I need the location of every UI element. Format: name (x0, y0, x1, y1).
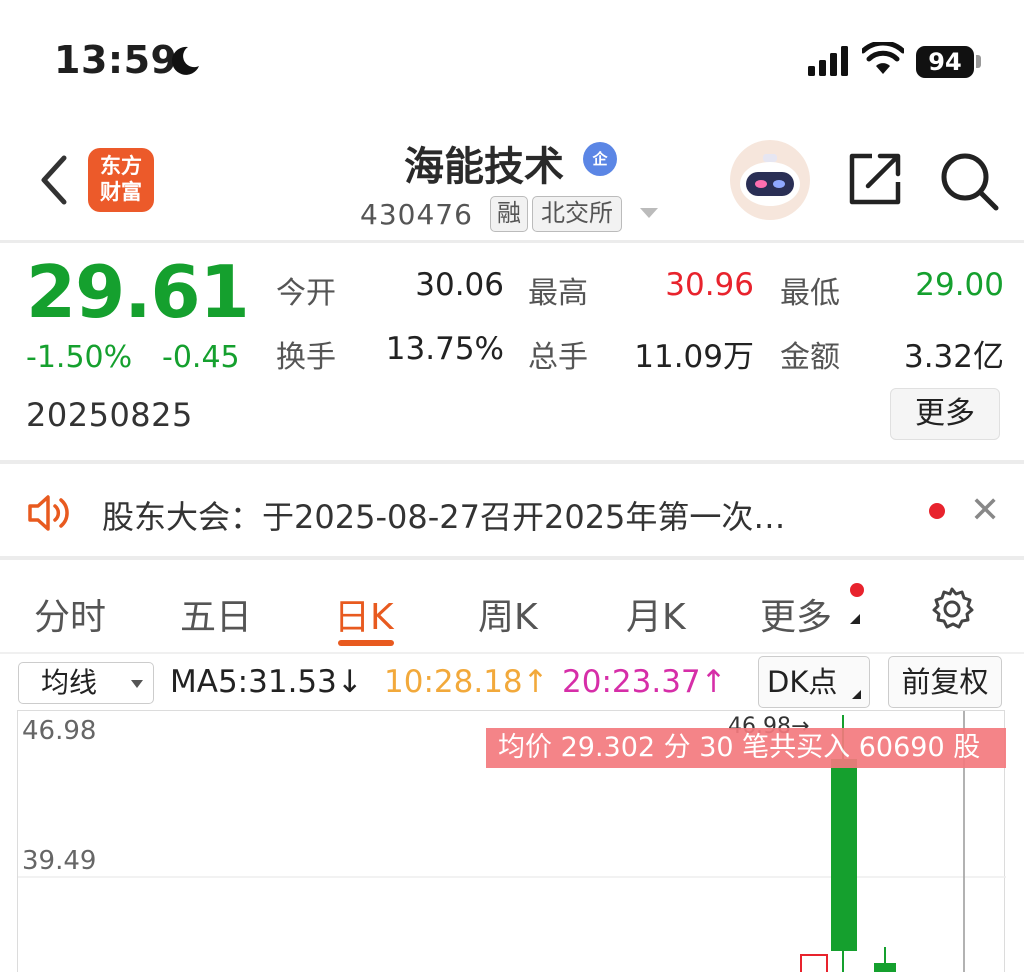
amount-value: 3.32亿 (903, 339, 1004, 375)
enterprise-badge-icon: 企 (583, 142, 617, 176)
dk-trade-banner: 均价 29.302 分 30 笔共买入 60690 股 (486, 728, 1006, 768)
volume-label: 总手 (528, 340, 588, 375)
tab-monthly-k[interactable]: 月K (626, 588, 686, 640)
ma5-value: MA5:31.53↓ (170, 664, 363, 700)
logo-line-2: 财富 (100, 180, 142, 204)
ma10-value: 10:28.18↑ (384, 664, 549, 700)
volume-value: 11.09万 (634, 339, 754, 375)
ma-indicator-select[interactable]: 均线 (18, 662, 154, 704)
tab-five-day[interactable]: 五日 (180, 588, 252, 640)
quote-date: 20250825 (26, 396, 193, 434)
y-axis-label-top: 46.98 (22, 716, 97, 746)
ma-select-label: 均线 (41, 666, 98, 699)
status-time: 13:59 (54, 38, 178, 82)
battery-cap (976, 55, 981, 68)
dropdown-corner-icon (852, 690, 861, 699)
candle-body-down (874, 963, 896, 972)
share-icon[interactable] (846, 150, 904, 208)
robot-icon (740, 154, 800, 206)
candle-body-down (831, 759, 857, 951)
low-label: 最低 (780, 276, 840, 311)
gear-icon[interactable] (930, 586, 974, 630)
candle-body-up (800, 954, 828, 972)
change-amount: -0.45 (162, 340, 240, 375)
stock-name: 海能技术 (404, 144, 564, 190)
divider (0, 652, 1024, 654)
high-value: 30.96 (665, 267, 754, 303)
stock-switch-dropdown-icon[interactable] (640, 208, 658, 218)
cellular-signal-icon (808, 46, 848, 76)
active-tab-indicator (338, 640, 394, 646)
tab-more[interactable]: 更多 (760, 588, 832, 640)
ma20-value: 20:23.37↑ (562, 664, 727, 700)
stock-code: 430476 (360, 198, 473, 231)
dk-point-label: DK点 (767, 665, 838, 699)
divider (0, 240, 1024, 243)
turnover-label: 换手 (276, 340, 336, 375)
app-logo[interactable]: 东方 财富 (88, 148, 154, 212)
low-value: 29.00 (915, 267, 1004, 303)
forward-adjust-button[interactable]: 前复权 (888, 656, 1002, 708)
speaker-icon (28, 495, 69, 531)
change-percent: -1.50% (26, 340, 133, 375)
tab-intraday[interactable]: 分时 (34, 588, 106, 640)
stock-header: 东方 财富 海能技术 企 430476 融 北交所 (0, 120, 1024, 240)
close-icon[interactable]: ✕ (970, 490, 1000, 531)
y-axis-label-mid: 39.49 (22, 846, 97, 876)
wifi-icon (862, 42, 904, 74)
open-value: 30.06 (415, 267, 504, 303)
unread-dot (929, 503, 945, 519)
divider (0, 460, 1024, 464)
tab-weekly-k[interactable]: 周K (478, 588, 538, 640)
high-label: 最高 (528, 276, 588, 311)
margin-tag: 融 (490, 196, 528, 232)
search-icon[interactable] (938, 150, 1000, 212)
chevron-down-icon (131, 680, 143, 688)
divider (0, 556, 1024, 560)
more-dropdown-icon (850, 614, 860, 624)
open-label: 今开 (276, 276, 336, 311)
more-quote-button[interactable]: 更多 (890, 388, 1000, 440)
ai-assistant-avatar[interactable] (730, 140, 810, 220)
battery-icon: 94 (916, 46, 974, 78)
moon-icon (171, 46, 199, 75)
exchange-tag: 北交所 (532, 196, 622, 232)
announcement-text[interactable]: 股东大会：于2025-08-27召开2025年第一次… (102, 492, 785, 538)
back-arrow-icon[interactable] (36, 152, 72, 208)
more-notification-dot (850, 583, 864, 597)
turnover-value: 13.75% (385, 331, 504, 367)
tab-daily-k[interactable]: 日K (334, 588, 394, 640)
amount-label: 金额 (780, 340, 840, 375)
logo-line-1: 东方 (100, 154, 142, 178)
current-price: 29.61 (26, 250, 250, 334)
status-bar: 13:59 94 (0, 0, 1024, 120)
dk-point-button[interactable]: DK点 (758, 656, 870, 708)
